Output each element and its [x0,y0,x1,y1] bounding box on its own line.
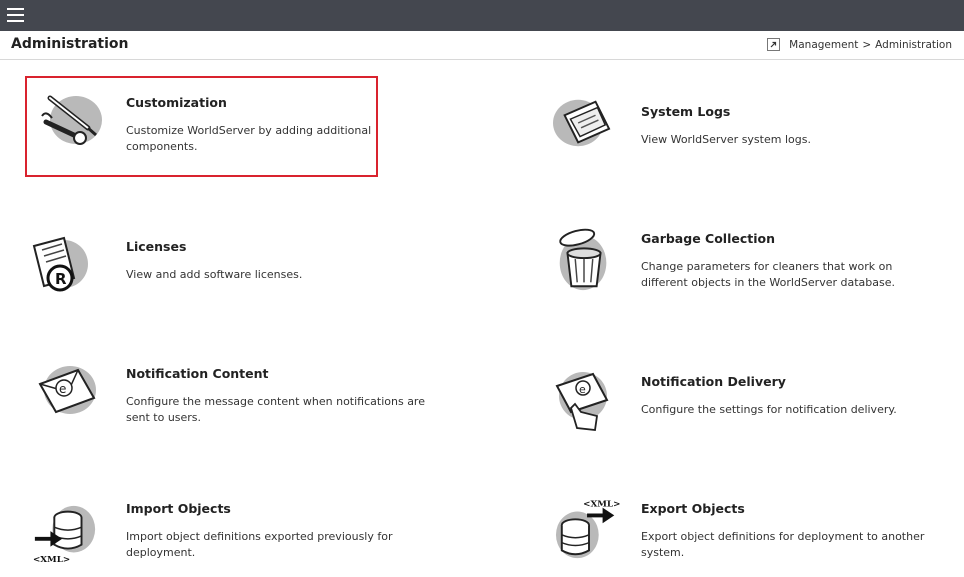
tile-description: View WorldServer system logs. [641,133,811,146]
tile-system-logs[interactable]: System Logs View WorldServer system logs… [545,90,935,160]
tile-title: Garbage Collection [641,231,775,246]
tools-icon [41,95,102,145]
breadcrumb-nav-icon [767,38,781,51]
page-title: Administration [11,36,129,52]
tile-notification-delivery[interactable]: e Notification Delivery Configure the se… [545,364,945,436]
envelope-icon: e [38,366,96,414]
page-header: Administration Management > Administrati… [0,31,964,60]
tile-licenses[interactable]: R Licenses View and add software license… [30,230,375,300]
tile-description: Change parameters for cleaners that work… [641,260,895,289]
svg-text:R: R [55,270,67,288]
top-bar [0,0,964,31]
breadcrumb-management[interactable]: Management [789,39,858,51]
import-xml-icon: <XML> [33,505,96,565]
export-xml-label: <XML> [583,500,620,510]
export-xml-icon: <XML> [555,500,620,559]
tile-garbage-collection[interactable]: Garbage Collection Change parameters for… [545,222,945,302]
tile-description: Export object definitions for deployment… [641,530,925,559]
tile-title: Export Objects [641,501,745,516]
tile-export-objects[interactable]: <XML> Export Objects Export object defin… [545,492,945,572]
breadcrumb-administration: Administration [875,38,952,51]
envelope-hand-icon: e [555,372,609,431]
tile-title: Notification Delivery [641,374,786,389]
logs-icon [553,99,611,147]
breadcrumb: Management > Administration [767,38,952,51]
tile-title: Customization [126,95,227,110]
tile-title: System Logs [641,104,731,119]
tile-description: Customize WorldServer by adding addition… [126,124,372,153]
breadcrumb-separator: > [862,38,872,51]
tile-description: Import object definitions exported previ… [126,530,393,559]
menu-icon[interactable] [7,8,24,22]
tile-title: Notification Content [126,366,269,381]
tile-import-objects[interactable]: <XML> Import Objects Import object defin… [30,492,430,572]
trash-can-icon [559,228,607,291]
tile-description: Configure the message content when notif… [126,395,425,424]
svg-text:e: e [579,383,586,396]
tile-description: Configure the settings for notification … [641,403,897,416]
import-xml-label: <XML> [33,555,70,565]
license-icon: R [32,236,88,292]
tile-title: Licenses [126,239,187,254]
tile-customization[interactable]: Customization Customize WorldServer by a… [30,85,375,170]
tile-title: Import Objects [126,501,231,516]
tile-notification-content[interactable]: e Notification Content Configure the mes… [30,356,430,436]
svg-text:e: e [59,382,66,396]
tile-description: View and add software licenses. [126,268,303,281]
